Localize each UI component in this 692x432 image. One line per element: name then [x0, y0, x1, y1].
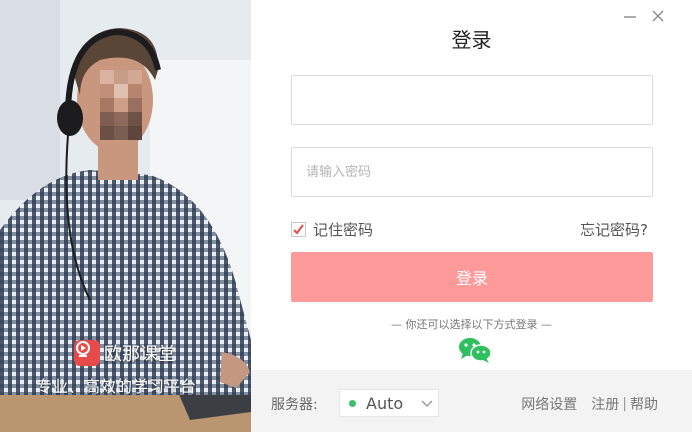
checkmark-icon [293, 224, 304, 235]
server-label: 服务器: [271, 397, 318, 413]
login-button[interactable]: 登录 [291, 252, 653, 302]
wechat-icon[interactable] [457, 336, 493, 364]
close-icon[interactable] [650, 8, 666, 24]
chevron-down-icon [421, 400, 433, 407]
help-link[interactable]: 帮助 [630, 394, 658, 414]
brand: 欧那课堂 [74, 340, 176, 366]
minimize-icon[interactable] [622, 8, 638, 24]
hero-illustration [0, 0, 251, 432]
link-separator: | [622, 396, 627, 412]
brand-logo-icon [74, 340, 100, 366]
register-link[interactable]: 注册 [591, 394, 619, 414]
brand-slogan: 专业、高效的学习平台 [36, 377, 197, 396]
server-value: Auto [366, 393, 404, 413]
network-settings-link[interactable]: 网络设置 [521, 394, 577, 414]
server-status-dot [349, 399, 356, 407]
remember-checkbox[interactable] [291, 222, 306, 237]
remember-password-toggle[interactable]: 记住密码 [291, 219, 373, 240]
hero-panel: 欧那课堂 专业、高效的学习平台 [0, 0, 251, 432]
footer-links: 网络设置 注册 | 帮助 [521, 394, 658, 414]
username-field[interactable] [292, 76, 652, 124]
alt-login-text: — 你还可以选择以下方式登录 — [391, 318, 552, 331]
remember-label: 记住密码 [313, 221, 374, 239]
login-panel: 登录 记住密码 忘记密码? 登录 — 你还可以选择以下方式登录 — 服务器: A… [251, 0, 692, 432]
username-field-wrapper [291, 75, 653, 125]
password-field-wrapper [291, 147, 653, 197]
password-field[interactable] [292, 148, 652, 196]
brand-name: 欧那课堂 [104, 344, 176, 365]
page-title: 登录 [451, 28, 492, 52]
server-select[interactable]: Auto [339, 389, 439, 417]
forgot-password-link[interactable]: 忘记密码? [580, 219, 648, 240]
footer-bar: 服务器: Auto 网络设置 注册 | 帮助 [251, 370, 692, 432]
window-controls [622, 8, 666, 24]
